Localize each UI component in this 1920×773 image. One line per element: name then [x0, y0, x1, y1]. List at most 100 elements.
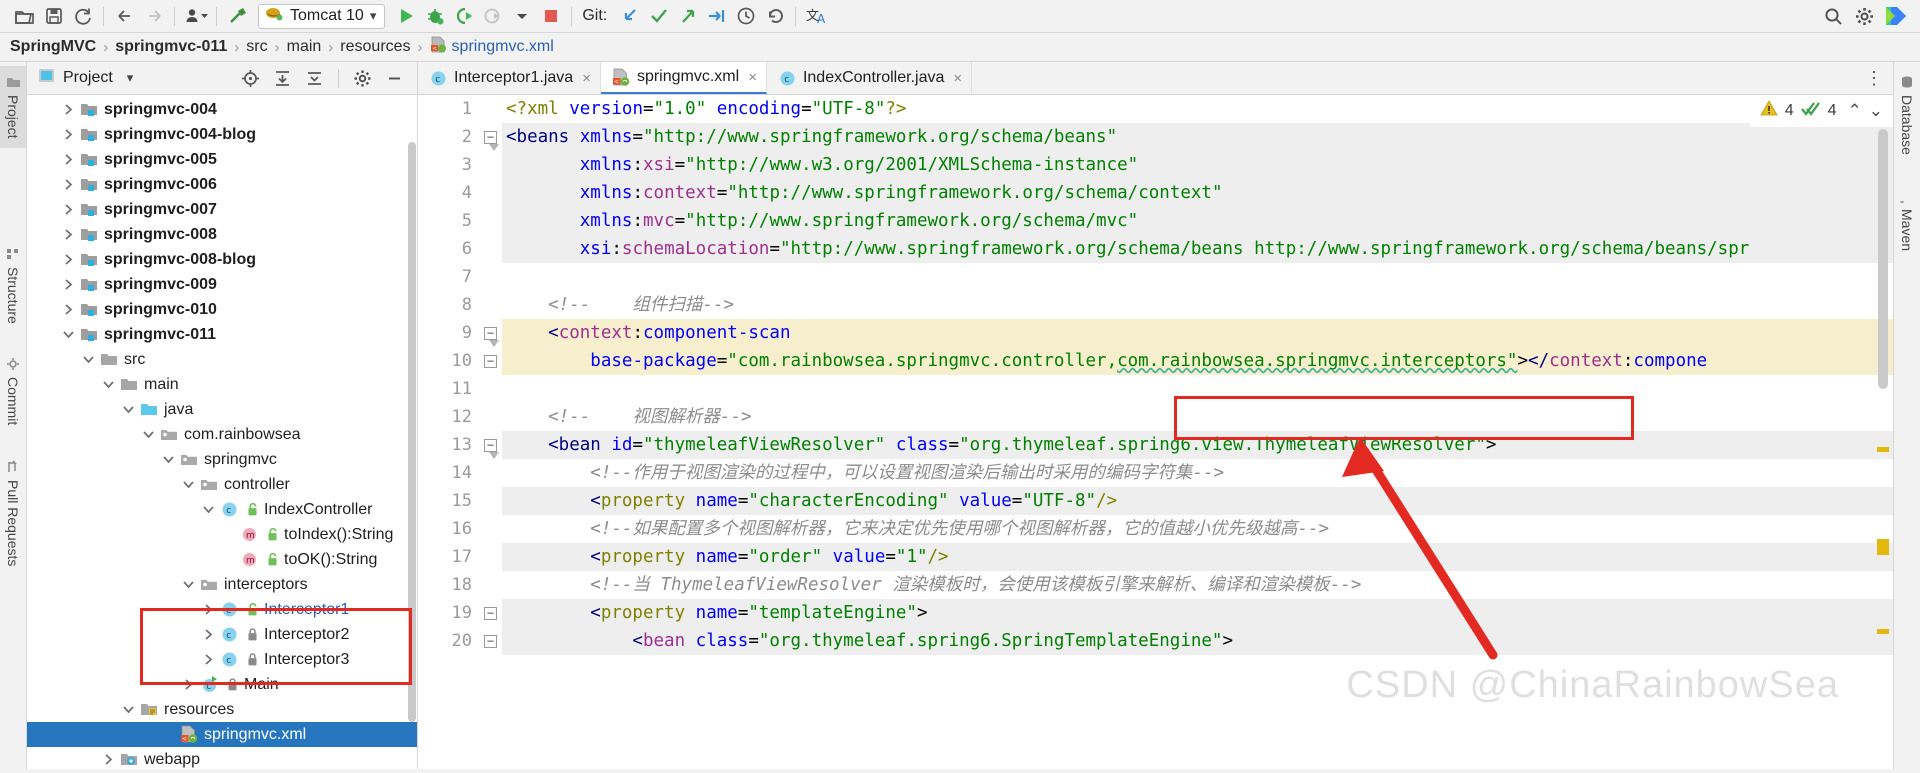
- code-line[interactable]: [502, 375, 1893, 403]
- open-folder-icon[interactable]: [10, 3, 39, 29]
- chevron-right-icon[interactable]: [57, 303, 79, 316]
- breadcrumb-item-project[interactable]: SpringMVC: [10, 38, 96, 56]
- chevron-down-icon[interactable]: [57, 329, 79, 340]
- chevron-right-icon[interactable]: [57, 253, 79, 266]
- collapse-all-icon[interactable]: [300, 65, 329, 91]
- code-line[interactable]: <context:component-scan: [502, 319, 1893, 347]
- tree-node[interactable]: c Main: [27, 672, 417, 697]
- rollback-push-icon[interactable]: [702, 3, 731, 29]
- chevron-down-icon[interactable]: [117, 704, 139, 715]
- fold-toggle-icon[interactable]: −: [484, 327, 497, 340]
- chevron-down-icon[interactable]: [97, 379, 119, 390]
- warning-marker[interactable]: [1877, 629, 1889, 634]
- tree-node[interactable]: springmvc-008-blog: [27, 247, 417, 272]
- tree-node[interactable]: c IndexController: [27, 497, 417, 522]
- close-icon[interactable]: ×: [953, 70, 962, 87]
- code-line[interactable]: base-package="com.rainbowsea.springmvc.c…: [502, 347, 1893, 375]
- tree-node[interactable]: c Interceptor3: [27, 647, 417, 672]
- code-folding-gutter[interactable]: − − − − − −: [480, 95, 502, 773]
- tree-node[interactable]: springmvc-008: [27, 222, 417, 247]
- chevron-down-icon[interactable]: [177, 579, 199, 590]
- previous-issue-icon[interactable]: ⌃: [1848, 101, 1862, 121]
- tree-node[interactable]: c Interceptor1: [27, 597, 417, 622]
- sidebar-item-project[interactable]: Project: [0, 66, 26, 148]
- expand-all-icon[interactable]: [268, 65, 297, 91]
- chevron-right-icon[interactable]: [57, 103, 79, 116]
- chevron-down-icon[interactable]: ▾: [127, 70, 134, 86]
- chevron-down-icon[interactable]: [157, 454, 179, 465]
- chevron-down-icon[interactable]: ▾: [370, 8, 377, 24]
- debug-icon[interactable]: [420, 3, 449, 29]
- translate-icon[interactable]: 文A: [802, 3, 831, 29]
- warning-marker[interactable]: [1877, 539, 1889, 555]
- run-configuration-selector[interactable]: Tomcat 10 ▾: [258, 3, 386, 29]
- code-line[interactable]: xsi:schemaLocation="http://www.springfra…: [502, 235, 1893, 263]
- chevron-right-icon[interactable]: [57, 178, 79, 191]
- code-line[interactable]: [502, 263, 1893, 291]
- tree-node[interactable]: com.rainbowsea: [27, 422, 417, 447]
- editor-tab[interactable]: c Interceptor1.java ×: [418, 62, 601, 94]
- tree-node[interactable]: springmvc-004: [27, 97, 417, 122]
- tree-node[interactable]: springmvc-010: [27, 297, 417, 322]
- commit-icon[interactable]: [644, 3, 673, 29]
- code-line[interactable]: <property name="order" value="1"/>: [502, 543, 1893, 571]
- chevron-down-icon[interactable]: [117, 404, 139, 415]
- back-arrow-icon[interactable]: [110, 3, 139, 29]
- tree-node[interactable]: m toIndex():String: [27, 522, 417, 547]
- code-line[interactable]: xmlns:context="http://www.springframewor…: [502, 179, 1893, 207]
- fold-toggle-icon[interactable]: −: [484, 439, 497, 452]
- code-line[interactable]: <!-- 视图解析器-->: [502, 403, 1893, 431]
- tree-node[interactable]: springmvc-006: [27, 172, 417, 197]
- editor-tab[interactable]: c IndexController.java ×: [767, 62, 973, 94]
- code-line[interactable]: <!--作用于视图渲染的过程中，可以设置视图渲染后输出时采用的编码字符集-->: [502, 459, 1893, 487]
- code-line[interactable]: xmlns:mvc="http://www.springframework.or…: [502, 207, 1893, 235]
- tree-node[interactable]: springmvc: [27, 447, 417, 472]
- tree-node[interactable]: springmvc-009: [27, 272, 417, 297]
- chevron-right-icon[interactable]: [197, 603, 219, 616]
- chevron-right-icon[interactable]: [57, 228, 79, 241]
- breadcrumb-item-file[interactable]: < springmvc.xml: [430, 36, 554, 58]
- code-line[interactable]: <bean id="thymeleafViewResolver" class="…: [502, 431, 1893, 459]
- revert-icon[interactable]: [760, 3, 789, 29]
- tree-node[interactable]: springmvc-005: [27, 147, 417, 172]
- tree-node[interactable]: java: [27, 397, 417, 422]
- breadcrumb-item-main[interactable]: main: [287, 38, 322, 56]
- stop-icon[interactable]: [536, 3, 565, 29]
- code-line[interactable]: <bean class="org.thymeleaf.spring6.Sprin…: [502, 627, 1893, 655]
- tree-node[interactable]: < springmvc.xml: [27, 722, 417, 747]
- sync-icon[interactable]: [68, 3, 97, 29]
- tree-node[interactable]: springmvc-007: [27, 197, 417, 222]
- locate-icon[interactable]: [236, 65, 265, 91]
- close-icon[interactable]: ×: [748, 69, 757, 86]
- save-icon[interactable]: [39, 3, 68, 29]
- editor-tab[interactable]: < springmvc.xml ×: [600, 62, 767, 94]
- project-tree-scrollbar[interactable]: [408, 142, 416, 722]
- code-line[interactable]: <!--当 ThymeleafViewResolver 渲染模板时，会使用该模板…: [502, 571, 1893, 599]
- history-icon[interactable]: [731, 3, 760, 29]
- code-line[interactable]: <property name="characterEncoding" value…: [502, 487, 1893, 515]
- code-content[interactable]: <?xml version="1.0" encoding="UTF-8"?> <b…: [502, 95, 1893, 773]
- chevron-right-icon[interactable]: [97, 753, 119, 766]
- sidebar-item-commit[interactable]: Commit: [0, 348, 26, 434]
- code-line[interactable]: <property name="templateEngine">: [502, 599, 1893, 627]
- user-dropdown-icon[interactable]: [181, 3, 210, 29]
- profile-dropdown-icon[interactable]: [507, 3, 536, 29]
- tree-node[interactable]: c Interceptor2: [27, 622, 417, 647]
- search-icon[interactable]: [1819, 3, 1848, 29]
- sidebar-item-database[interactable]: Database: [1894, 66, 1920, 164]
- chevron-down-icon[interactable]: [177, 479, 199, 490]
- code-line[interactable]: <?xml version="1.0" encoding="UTF-8"?>: [502, 95, 1893, 123]
- editor-scrollbar[interactable]: [1877, 129, 1889, 773]
- close-icon[interactable]: ×: [582, 70, 591, 87]
- build-hammer-icon[interactable]: [223, 3, 252, 29]
- ide-logo-icon[interactable]: [1881, 3, 1910, 29]
- chevron-down-icon[interactable]: [137, 429, 159, 440]
- settings-gear-icon[interactable]: [1850, 3, 1879, 29]
- chevron-right-icon[interactable]: [57, 203, 79, 216]
- chevron-right-icon[interactable]: [177, 678, 199, 691]
- push-icon[interactable]: [673, 3, 702, 29]
- chevron-right-icon[interactable]: [197, 628, 219, 641]
- tree-node[interactable]: interceptors: [27, 572, 417, 597]
- chevron-right-icon[interactable]: [57, 128, 79, 141]
- run-with-coverage-icon[interactable]: [449, 3, 478, 29]
